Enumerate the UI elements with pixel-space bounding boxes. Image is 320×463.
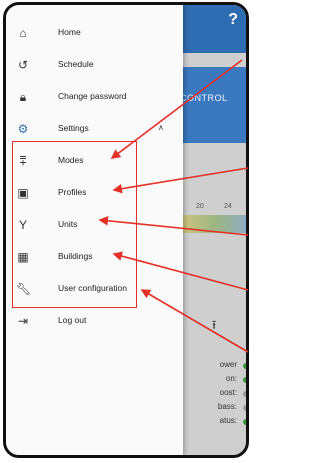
logout-icon: ⇥ — [17, 314, 29, 328]
upload-icon[interactable]: ⭱ — [212, 316, 216, 337]
chart-tick: 20 — [196, 203, 204, 210]
drawer-item-settings[interactable]: ⚙ Settings ∧ — [6, 114, 183, 144]
status-list: ower on: oost: bass: atus: — [176, 360, 246, 430]
status-row: bass: — [176, 402, 246, 416]
drawer-item-change-password[interactable]: 🔒︎ Change password — [6, 82, 183, 112]
status-dot — [243, 405, 246, 411]
drawer-item-home[interactable]: ⌂ Home — [6, 18, 183, 48]
status-row: oost: — [176, 388, 246, 402]
chart-tick: 24 — [224, 203, 232, 210]
control-card — [176, 67, 246, 143]
status-row: on: — [176, 374, 246, 388]
settings-submenu-highlight — [12, 141, 137, 308]
gear-icon: ⚙ — [17, 122, 29, 136]
status-dot — [243, 363, 246, 369]
home-icon: ⌂ — [19, 26, 27, 40]
status-dot — [243, 391, 246, 397]
status-dot — [243, 377, 246, 383]
control-label: CONTROL — [180, 93, 228, 103]
help-button[interactable]: ? — [228, 11, 238, 29]
drawer-item-log-out[interactable]: ⇥ Log out — [6, 306, 183, 336]
chart-strip — [176, 215, 246, 233]
screenshot-frame: ? CONTROL 20 24 ⭱ ower on: oost: bass: a… — [0, 0, 252, 463]
status-row: ower — [176, 360, 246, 374]
status-row: atus: — [176, 416, 246, 430]
status-dot — [243, 419, 246, 425]
drawer-item-schedule[interactable]: ↺ Schedule — [6, 50, 183, 80]
chevron-up-icon[interactable]: ∧ — [158, 123, 164, 132]
lock-icon: 🔒︎ — [19, 90, 27, 104]
history-icon: ↺ — [17, 58, 29, 72]
